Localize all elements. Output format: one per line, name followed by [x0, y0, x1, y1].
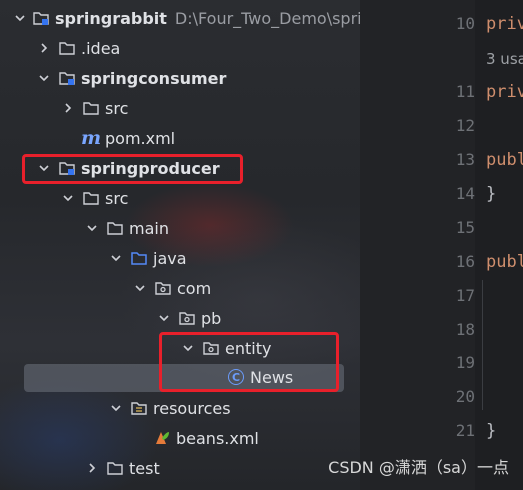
- tree-row-com[interactable]: com: [0, 273, 360, 303]
- line-number: 13: [455, 150, 475, 169]
- tree-row-beans-xml[interactable]: beans.xml: [0, 423, 360, 453]
- package-icon: [178, 309, 196, 327]
- folder-icon: [106, 219, 124, 237]
- code-line-13: publ: [486, 150, 523, 170]
- line-number-gutter: 10 11 12 13 14 15 16 17 18 19 20 21: [360, 0, 475, 490]
- highlight-box-springproducer: [22, 154, 243, 184]
- chevron-down-icon[interactable]: [108, 400, 124, 416]
- resources-folder-icon: [130, 399, 148, 417]
- tree-row-springrabbit[interactable]: springrabbit D:\Four_Two_Demo\sprin: [0, 3, 360, 33]
- folder-icon: [82, 189, 100, 207]
- line-number: 21: [455, 421, 475, 440]
- source-folder-icon: [130, 249, 148, 267]
- tree-row-resources[interactable]: resources: [0, 393, 360, 423]
- tree-row-pom-xml[interactable]: m pom.xml: [0, 123, 360, 153]
- tree-row-src[interactable]: src: [0, 183, 360, 213]
- highlight-box-entity: [159, 332, 339, 392]
- project-path: D:\Four_Two_Demo\sprin: [174, 8, 360, 28]
- tree-label: beans.xml: [176, 428, 259, 448]
- code-line-10: priv: [486, 14, 523, 34]
- chevron-down-icon[interactable]: [36, 70, 52, 86]
- line-number: 16: [455, 252, 475, 271]
- indent-guide: [482, 280, 483, 410]
- chevron-down-icon[interactable]: [84, 220, 100, 236]
- line-number: 11: [455, 82, 475, 101]
- line-number: 10: [455, 14, 475, 33]
- spring-xml-icon: [153, 429, 171, 447]
- code-line-14: }: [486, 184, 497, 204]
- folder-icon: [106, 459, 124, 477]
- tree-label: springrabbit: [55, 8, 167, 28]
- tree-row-java[interactable]: java: [0, 243, 360, 273]
- watermark: CSDN @潇洒（sa）一点: [328, 458, 509, 477]
- folder-icon: [82, 99, 100, 117]
- tree-label: pom.xml: [105, 128, 176, 148]
- usages-hint[interactable]: 3 usa: [486, 50, 523, 68]
- package-icon: [154, 279, 172, 297]
- tree-row-pb[interactable]: pb: [0, 303, 360, 333]
- tree-row-src[interactable]: src: [0, 93, 360, 123]
- line-number: 15: [455, 218, 475, 237]
- tree-row-idea[interactable]: .idea: [0, 33, 360, 63]
- line-number: 14: [455, 184, 475, 203]
- module-folder-icon: [32, 9, 50, 27]
- maven-icon: m: [80, 127, 102, 149]
- line-number: 12: [455, 116, 475, 135]
- chevron-down-icon[interactable]: [60, 190, 76, 206]
- code-line-16: publ: [486, 252, 523, 272]
- chevron-right-icon[interactable]: [36, 40, 52, 56]
- code-editor[interactable]: 10 11 12 13 14 15 16 17 18 19 20 21 priv…: [360, 0, 523, 490]
- line-number: 19: [455, 353, 475, 372]
- tree-row-test[interactable]: test: [0, 453, 360, 483]
- tree-label: .idea: [81, 38, 121, 58]
- tree-label: pb: [201, 308, 222, 328]
- tree-row-main[interactable]: main: [0, 213, 360, 243]
- chevron-right-icon[interactable]: [60, 100, 76, 116]
- chevron-down-icon[interactable]: [156, 310, 172, 326]
- chevron-down-icon[interactable]: [132, 280, 148, 296]
- tree-label: main: [129, 218, 169, 238]
- code-line-11: priv: [486, 82, 523, 102]
- tree-label: java: [153, 248, 187, 268]
- tree-label: src: [105, 188, 129, 208]
- tree-label: resources: [153, 398, 231, 418]
- code-line-21: }: [486, 421, 497, 441]
- line-number: 20: [455, 387, 475, 406]
- module-folder-icon: [58, 69, 76, 87]
- tree-label: com: [177, 278, 212, 298]
- chevron-down-icon[interactable]: [108, 250, 124, 266]
- chevron-down-icon[interactable]: [14, 10, 26, 26]
- line-number: 17: [455, 286, 475, 305]
- tree-row-springconsumer[interactable]: springconsumer: [0, 63, 360, 93]
- chevron-right-icon[interactable]: [84, 460, 100, 476]
- project-tree: springrabbit D:\Four_Two_Demo\sprin .ide…: [0, 0, 360, 490]
- tree-label: src: [105, 98, 129, 118]
- line-number: 18: [455, 320, 475, 339]
- tree-label: springconsumer: [81, 68, 227, 88]
- folder-icon: [58, 39, 76, 57]
- tree-label: test: [129, 458, 160, 478]
